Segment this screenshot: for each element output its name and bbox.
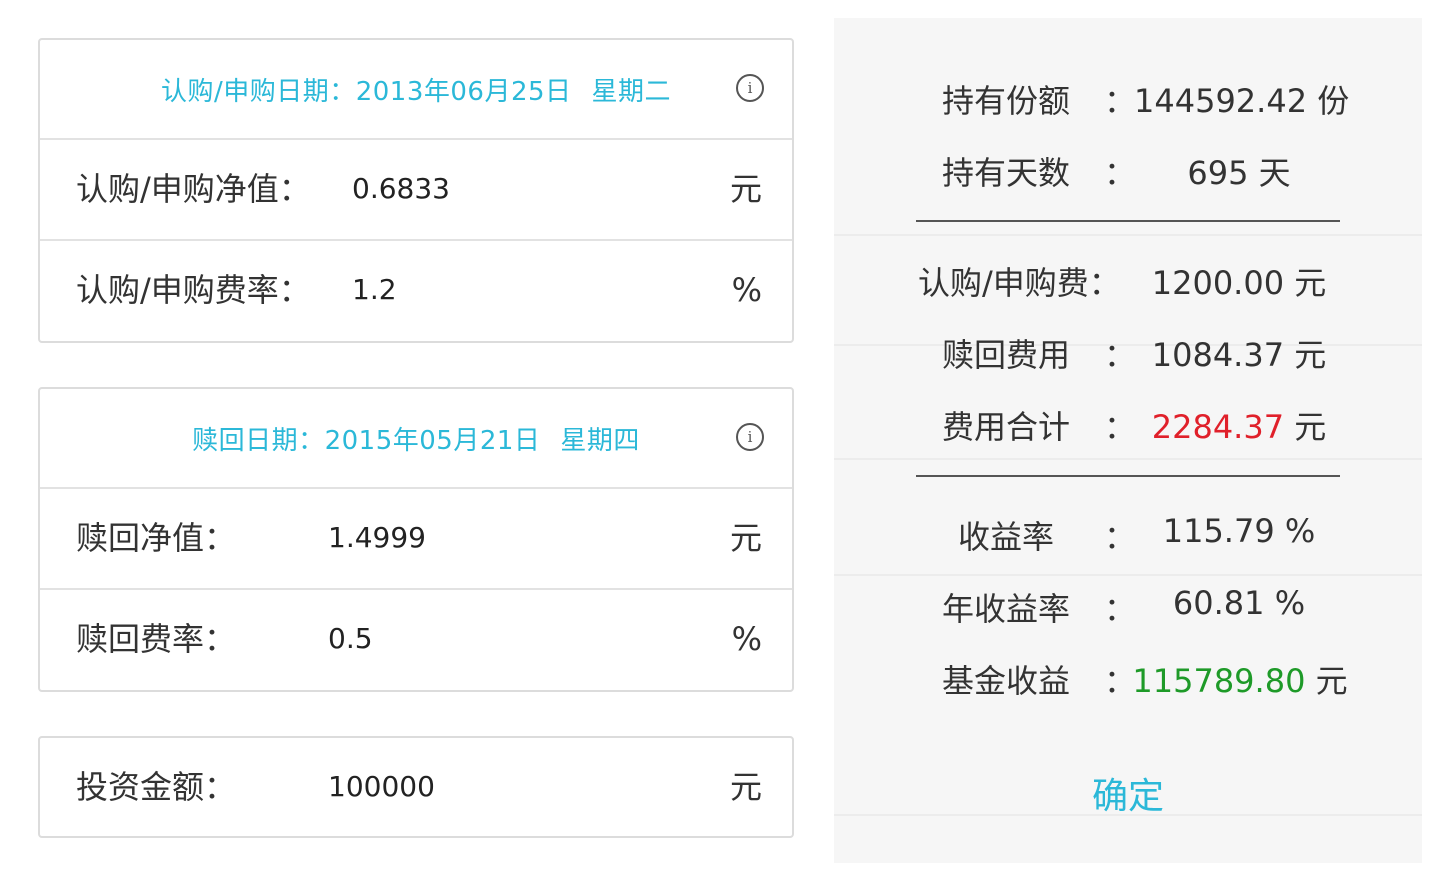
invest-amount-unit: 元 xyxy=(729,768,762,806)
purchase-date-value: 2013年06月25日 xyxy=(355,76,572,107)
purchase-date-label: 认购/申购日期： xyxy=(160,76,356,107)
profit-unit: 元 xyxy=(1315,662,1348,700)
shares-value: 144592.42 份 xyxy=(1134,82,1350,120)
info-icon[interactable]: i xyxy=(736,74,764,102)
purchase-fee-unit: % xyxy=(731,271,762,309)
purchase-fee-row[interactable]: 认购/申购费率： 1.2 % xyxy=(40,239,792,340)
total-fee-value: 2284.37 元 xyxy=(1146,402,1332,448)
shares-label: 持有份额 xyxy=(941,82,1070,120)
profit-number: 115789.80 xyxy=(1132,662,1306,700)
purchase-fee-label: 认购/申购费率： xyxy=(76,271,311,309)
profit-value: 115789.80 元 xyxy=(1130,656,1350,702)
days-label: 持有天数 xyxy=(941,154,1070,192)
ghost-divider xyxy=(834,458,1422,460)
invest-card: 投资金额： 100000 元 xyxy=(38,736,794,838)
redeem-date-label: 赎回日期： xyxy=(192,425,325,456)
redeem-nav-row[interactable]: 赎回净值： 1.4999 元 xyxy=(40,487,792,588)
info-icon[interactable]: i xyxy=(736,423,764,451)
redeem-date-value: 2015年05月21日 xyxy=(324,425,541,456)
days-value: 695 天 xyxy=(1187,154,1291,192)
purchase-date-row[interactable]: 认购/申购日期： 2013年06月25日 星期二 i xyxy=(40,40,792,138)
redeem-fee-unit: % xyxy=(731,620,762,658)
colon: ： xyxy=(1104,82,1137,120)
section-divider xyxy=(916,220,1340,222)
purchase-fee-input[interactable]: 1.2 xyxy=(352,241,397,339)
profit-label: 基金收益 xyxy=(941,662,1070,700)
buy-fee-value: 1200.00 元 xyxy=(1151,264,1327,302)
yield-value: 115.79 % xyxy=(1162,512,1316,550)
ghost-divider xyxy=(834,574,1422,576)
colon: ： xyxy=(1104,518,1137,556)
redeem-date-row[interactable]: 赎回日期： 2015年05月21日 星期四 i xyxy=(40,389,792,487)
colon: ： xyxy=(1104,154,1137,192)
purchase-nav-row[interactable]: 认购/申购净值： 0.6833 元 xyxy=(40,138,792,239)
ghost-divider xyxy=(834,234,1422,236)
section-divider xyxy=(916,475,1340,477)
annual-yield-value: 60.81 % xyxy=(1172,584,1306,622)
redeem-nav-unit: 元 xyxy=(729,519,762,557)
purchase-card: 认购/申购日期： 2013年06月25日 星期二 i 认购/申购净值： 0.68… xyxy=(38,38,794,343)
redeem-fee-result-value: 1084.37 元 xyxy=(1151,336,1327,374)
yield-label: 收益率 xyxy=(957,518,1054,556)
colon: ： xyxy=(1104,408,1137,446)
redeem-fee-row[interactable]: 赎回费率： 0.5 % xyxy=(40,588,792,689)
redeem-fee-input[interactable]: 0.5 xyxy=(328,590,373,688)
redeem-fee-label: 赎回费率： xyxy=(76,620,237,658)
redeem-nav-input[interactable]: 1.4999 xyxy=(328,489,426,587)
total-fee-unit: 元 xyxy=(1294,408,1327,446)
redeem-card: 赎回日期： 2015年05月21日 星期四 i 赎回净值： 1.4999 元 赎… xyxy=(38,387,794,692)
total-fee-number: 2284.37 xyxy=(1151,408,1285,446)
invest-amount-label: 投资金额： xyxy=(76,768,237,806)
colon: ： xyxy=(1104,662,1137,700)
redeem-nav-label: 赎回净值： xyxy=(76,519,237,557)
purchase-weekday: 星期二 xyxy=(591,76,672,107)
purchase-nav-label: 认购/申购净值： xyxy=(76,170,311,208)
purchase-nav-unit: 元 xyxy=(729,170,762,208)
redeem-fee-result-label: 赎回费用 xyxy=(941,336,1070,374)
invest-amount-row[interactable]: 投资金额： 100000 元 xyxy=(40,738,792,836)
colon: ： xyxy=(1104,590,1137,628)
buy-fee-label: 认购/申购费： xyxy=(918,264,1121,302)
total-fee-label: 费用合计 xyxy=(941,408,1070,446)
annual-yield-label: 年收益率 xyxy=(941,590,1070,628)
confirm-button[interactable]: 确定 xyxy=(834,766,1422,820)
invest-amount-input[interactable]: 100000 xyxy=(328,738,435,836)
colon: ： xyxy=(1104,336,1137,374)
purchase-nav-input[interactable]: 0.6833 xyxy=(352,140,450,238)
redeem-weekday: 星期四 xyxy=(560,425,640,456)
result-dialog: 持有份额 ： 144592.42 份 持有天数 ： 695 天 认购/申购费： … xyxy=(834,18,1422,863)
